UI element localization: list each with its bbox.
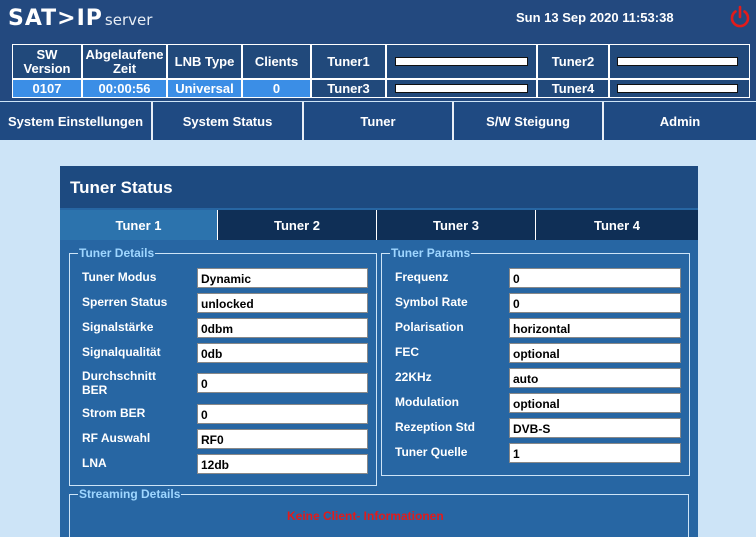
main-nav: System Einstellungen System Status Tuner… (0, 102, 756, 140)
params-value: DVB-S (509, 418, 681, 438)
params-value: horizontal (509, 318, 681, 338)
params-value: optional (509, 393, 681, 413)
details-label: Durchschnitt BER (82, 369, 157, 397)
details-value: Dynamic (197, 268, 368, 288)
logo-sub: server (104, 11, 153, 29)
details-label: Sperren Status (82, 295, 168, 309)
tab-tuner-1[interactable]: Tuner 1 (60, 210, 218, 240)
details-label: Tuner Modus (82, 270, 157, 284)
params-label: Tuner Quelle (395, 445, 468, 459)
details-value: RF0 (197, 429, 368, 449)
nav-system-einstellungen[interactable]: System Einstellungen (0, 102, 153, 140)
details-label: LNA (82, 456, 107, 470)
tuner-params-legend: Tuner Params (391, 246, 471, 260)
datetime: Sun 13 Sep 2020 11:53:38 (516, 10, 674, 25)
tuner4-label: Tuner4 (537, 79, 609, 98)
tuner-details-legend: Tuner Details (79, 246, 155, 260)
params-value: auto (509, 368, 681, 388)
elapsed-label: Abgelaufene Zeit (82, 44, 167, 79)
details-value: 0db (197, 343, 368, 363)
sw-version-label: SW Version (12, 44, 82, 79)
lnb-type-label: LNB Type (167, 44, 242, 79)
params-label: Polarisation (395, 320, 464, 334)
no-client-message: Keine Client- Informationen (287, 509, 444, 523)
tuner2-label: Tuner2 (537, 44, 609, 79)
details-label: Signalstärke (82, 320, 154, 334)
details-value: 12db (197, 454, 368, 474)
power-icon[interactable] (729, 5, 751, 31)
tab-tuner-2[interactable]: Tuner 2 (218, 210, 377, 240)
logo-main: SAT>IP (8, 6, 103, 31)
params-value: optional (509, 343, 681, 363)
tuner-status-panel: Tuner Status Tuner 1 Tuner 2 Tuner 3 Tun… (60, 166, 698, 537)
nav-admin[interactable]: Admin (604, 102, 756, 140)
tuner3-signal-bar (395, 84, 528, 93)
params-label: Frequenz (395, 270, 449, 284)
params-label: 22KHz (395, 370, 432, 384)
params-value: 0 (509, 293, 681, 313)
nav-tuner[interactable]: Tuner (304, 102, 454, 140)
params-label: FEC (395, 345, 419, 359)
details-label: RF Auswahl (82, 431, 151, 445)
streaming-details-legend: Streaming Details (79, 487, 181, 501)
tuner2-signal-bar (617, 57, 738, 66)
panel-title: Tuner Status (60, 166, 698, 208)
details-label: Strom BER (82, 406, 146, 420)
clients-value: 0 (242, 79, 311, 98)
params-label: Modulation (395, 395, 459, 409)
tab-tuner-4[interactable]: Tuner 4 (536, 210, 698, 240)
satip-logo: SAT>IP server (8, 6, 152, 31)
lnb-type-value: Universal (167, 79, 242, 98)
tuner1-signal-bar (395, 57, 528, 66)
details-label: Signalqualität (82, 345, 161, 359)
elapsed-value: 00:00:56 (82, 79, 167, 98)
params-value: 0 (509, 268, 681, 288)
params-value: 1 (509, 443, 681, 463)
clients-label: Clients (242, 44, 311, 79)
details-value: 0 (197, 404, 368, 424)
params-label: Symbol Rate (395, 295, 468, 309)
tab-tuner-3[interactable]: Tuner 3 (377, 210, 536, 240)
details-value: 0dbm (197, 318, 368, 338)
details-value: 0 (197, 373, 368, 393)
top-bar: SAT>IP server Sun 13 Sep 2020 11:53:38 (0, 0, 756, 40)
nav-system-status[interactable]: System Status (153, 102, 304, 140)
sw-version-value: 0107 (12, 79, 82, 98)
tuner3-label: Tuner3 (311, 79, 386, 98)
nav-sw-steigung[interactable]: S/W Steigung (454, 102, 604, 140)
params-label: Rezeption Std (395, 420, 475, 434)
tuner1-label: Tuner1 (311, 44, 386, 79)
info-table: SW Version Abgelaufene Zeit LNB Type Cli… (0, 40, 756, 101)
tuner4-signal-bar (617, 84, 738, 93)
details-value: unlocked (197, 293, 368, 313)
